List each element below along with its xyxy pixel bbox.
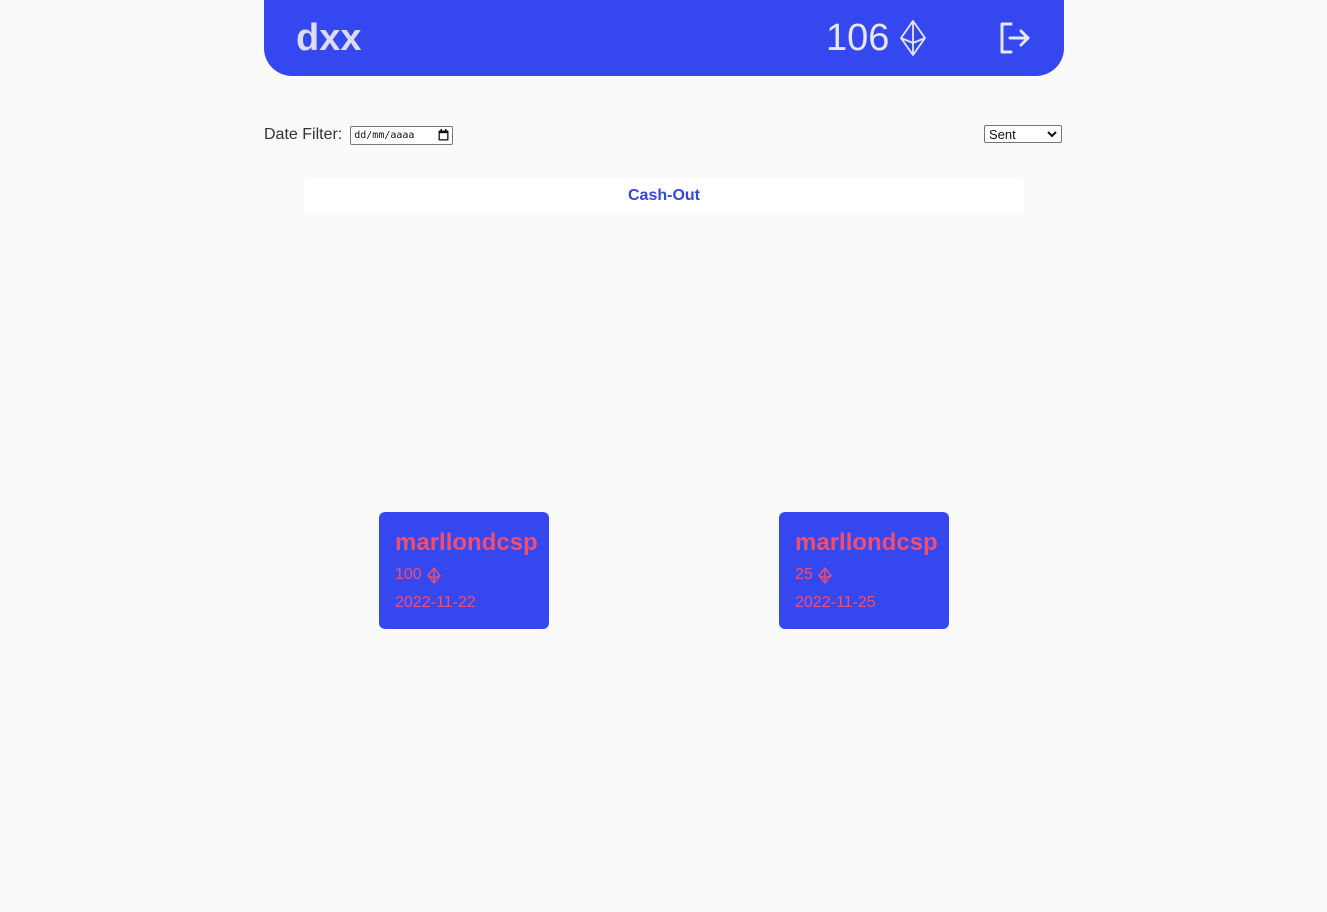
- transaction-card: marllondcsp 25 2022-11-25: [779, 512, 949, 629]
- balance-value: 106: [826, 17, 890, 59]
- date-filter-input[interactable]: dd/mm/aaaa: [350, 125, 454, 145]
- transaction-type-select[interactable]: Sent: [984, 125, 1062, 143]
- date-filter: Date Filter: dd/mm/aaaa: [264, 124, 454, 146]
- calendar-icon[interactable]: [438, 129, 449, 141]
- transaction-date: 2022-11-25: [795, 594, 876, 611]
- transaction-amount-value: 25: [795, 566, 813, 583]
- transaction-date: 2022-11-22: [395, 594, 476, 611]
- logout-button[interactable]: [998, 20, 1032, 56]
- transaction-card: marllondcsp 100 2022-11-22: [379, 512, 549, 629]
- balance: 106: [826, 15, 927, 61]
- logout-icon: [998, 20, 1032, 56]
- transaction-type-value: Sent: [989, 126, 1016, 142]
- header-bar: dxx 106: [264, 0, 1064, 76]
- username: dxx: [296, 17, 362, 59]
- page: dxx 106 Date Filter: dd/mm/aaaa Sent Cas…: [0, 0, 1327, 912]
- ethereum-icon: [818, 566, 832, 584]
- cash-out-button[interactable]: Cash-Out: [304, 178, 1024, 213]
- date-filter-label: Date Filter:: [264, 126, 343, 143]
- transaction-name: marllondcsp: [795, 529, 938, 556]
- transaction-name: marllondcsp: [395, 529, 538, 556]
- transaction-amount-value: 100: [395, 566, 422, 583]
- transaction-amount: 100: [395, 565, 441, 585]
- ethereum-icon: [899, 20, 927, 56]
- ethereum-icon: [427, 566, 441, 584]
- chevron-down-icon: [1047, 130, 1057, 138]
- date-placeholder: dd/mm/aaaa: [354, 129, 415, 141]
- transaction-amount: 25: [795, 565, 832, 585]
